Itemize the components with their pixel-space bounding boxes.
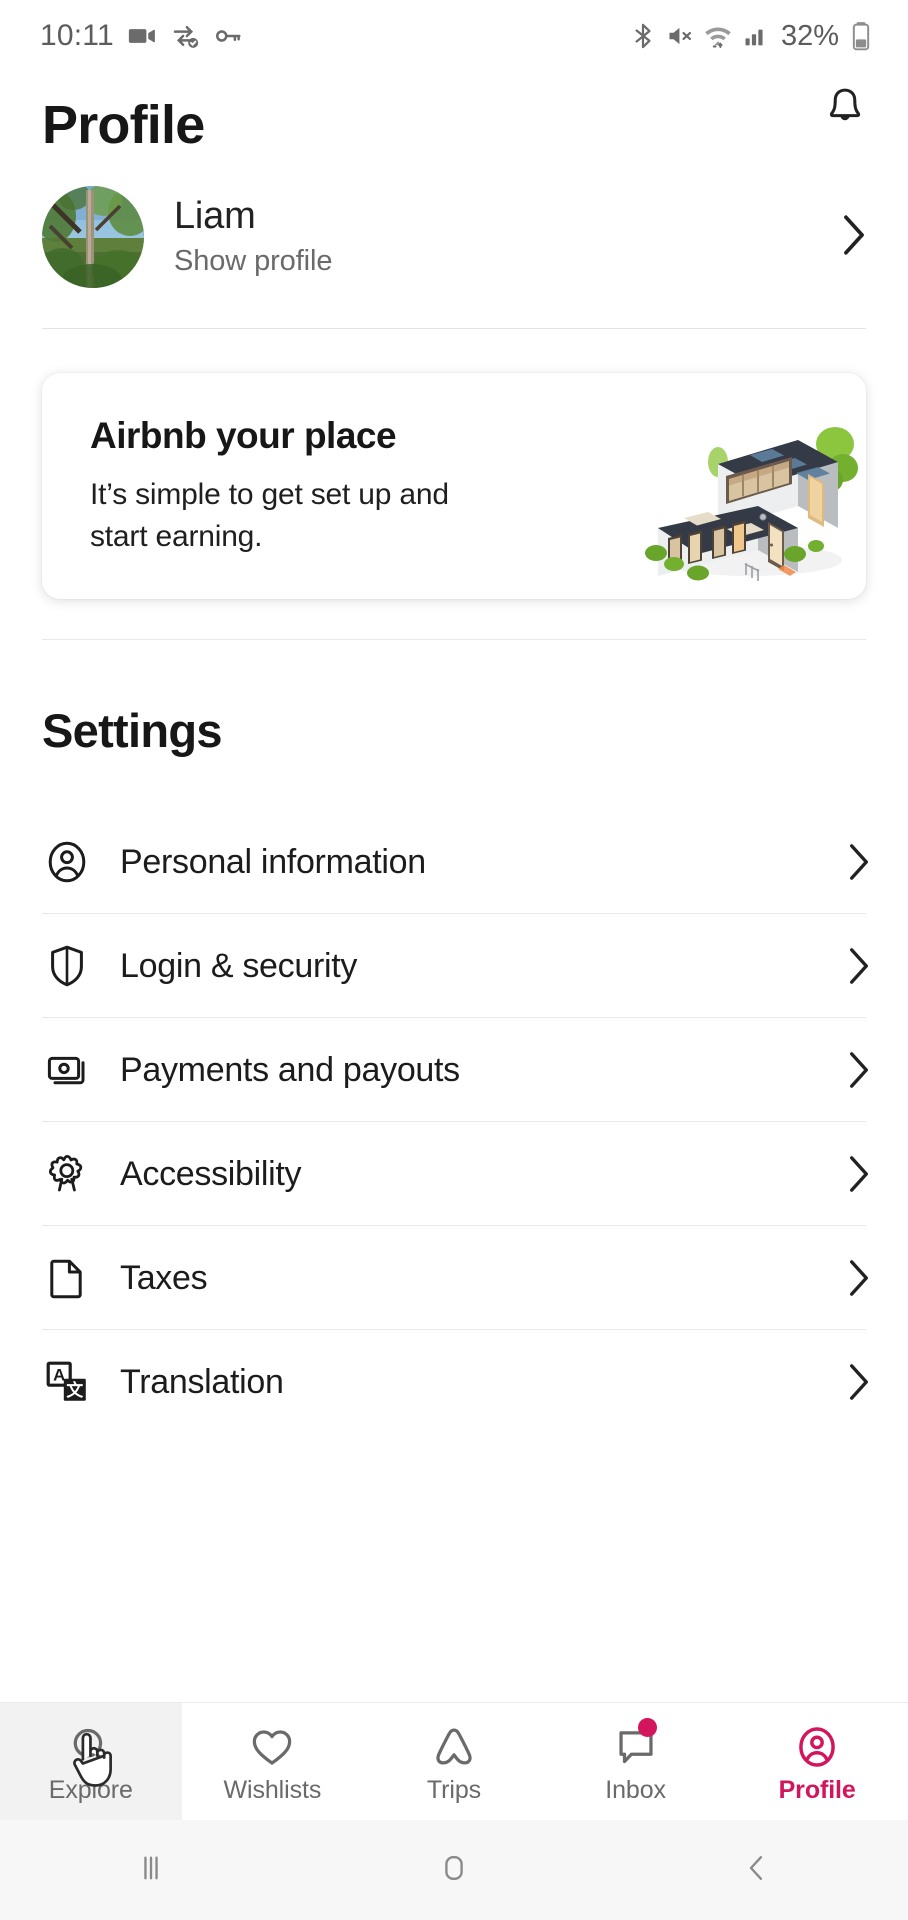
- video-camera-icon: [127, 21, 157, 51]
- settings-item-translation[interactable]: A 文 Translation: [0, 1330, 908, 1433]
- shield-icon: [42, 941, 92, 991]
- airbnb-belo-icon: [431, 1720, 477, 1770]
- recents-icon: [132, 1849, 170, 1892]
- chevron-right-icon: [844, 947, 874, 985]
- profile-summary-row[interactable]: Liam Show profile: [0, 144, 908, 328]
- person-circle-icon: [794, 1720, 840, 1770]
- host-card-wrap: Airbnb your place It’s simple to get set…: [0, 329, 908, 599]
- nav-label-trips: Trips: [426, 1775, 482, 1804]
- svg-text:A: A: [53, 1365, 65, 1384]
- bell-icon: [822, 84, 868, 135]
- status-bar-clock: 10:11: [40, 19, 114, 52]
- chevron-right-icon: [844, 1363, 874, 1401]
- airbnb-your-place-card[interactable]: Airbnb your place It’s simple to get set…: [42, 373, 866, 599]
- settings-item-label: Personal information: [120, 842, 426, 881]
- settings-item-label: Translation: [120, 1362, 284, 1401]
- heart-icon: [249, 1720, 295, 1770]
- nav-item-wishlists[interactable]: Wishlists: [182, 1703, 364, 1820]
- person-circle-icon: [42, 837, 92, 887]
- chevron-right-icon: [844, 1259, 874, 1297]
- inbox-badge-dot: [637, 1717, 657, 1737]
- svg-text:文: 文: [66, 1380, 83, 1400]
- settings-item-label: Login & security: [120, 946, 358, 985]
- back-button[interactable]: [605, 1849, 908, 1892]
- settings-item-personal-information[interactable]: Personal information: [0, 810, 908, 913]
- home-button[interactable]: [303, 1849, 606, 1892]
- host-card-subtitle: It’s simple to get set up and start earn…: [90, 478, 449, 553]
- signal-icon: [742, 22, 770, 50]
- settings-heading: Settings: [42, 704, 223, 757]
- status-bar-right: 32%: [629, 20, 874, 53]
- settings-item-label: Payments and payouts: [120, 1050, 460, 1089]
- android-navigation-bar: [0, 1820, 908, 1920]
- profile-name: Liam: [174, 195, 256, 237]
- nav-label-wishlists: Wishlists: [223, 1775, 322, 1804]
- battery-percent-label: 32%: [780, 19, 839, 52]
- avatar: [42, 186, 144, 288]
- scroll-content: Liam Show profile Airbnb your place It’s…: [0, 144, 908, 1702]
- page-header: Profile: [0, 72, 908, 144]
- wifi-icon: [703, 21, 733, 51]
- isometric-house-illustration: [630, 386, 860, 586]
- page-title: Profile: [42, 95, 205, 144]
- settings-item-taxes[interactable]: Taxes: [0, 1226, 908, 1329]
- back-icon: [738, 1849, 776, 1892]
- nav-label-profile: Profile: [778, 1775, 856, 1804]
- chevron-right-icon: [844, 843, 874, 881]
- translate-icon: A 文: [42, 1357, 92, 1407]
- profile-text: Liam Show profile: [174, 194, 808, 280]
- notifications-button[interactable]: [816, 80, 874, 138]
- nav-item-inbox[interactable]: Inbox: [545, 1703, 727, 1820]
- chevron-right-icon: [844, 1051, 874, 1089]
- nav-item-profile[interactable]: Profile: [726, 1703, 908, 1820]
- chevron-right-icon: [838, 214, 874, 261]
- mute-icon: [666, 22, 694, 50]
- phone-screen: 10:11 32% Profile Liam Show profile Airb…: [0, 0, 908, 1920]
- settings-item-label: Taxes: [120, 1258, 208, 1297]
- gear-icon: [42, 1149, 92, 1199]
- settings-item-accessibility[interactable]: Accessibility: [0, 1122, 908, 1225]
- chevron-right-icon: [844, 1155, 874, 1193]
- profile-subtitle: Show profile: [174, 245, 333, 277]
- settings-item-label: Accessibility: [120, 1154, 302, 1193]
- recents-button[interactable]: [0, 1849, 303, 1892]
- nav-label-inbox: Inbox: [605, 1775, 666, 1804]
- data-saver-icon: [170, 21, 200, 51]
- host-card-text: Airbnb your place It’s simple to get set…: [90, 414, 630, 558]
- host-card-title: Airbnb your place: [90, 415, 397, 456]
- settings-list: Personal information Login & security Pa…: [0, 760, 908, 1433]
- status-bar-left: 10:11: [40, 19, 243, 53]
- home-icon: [435, 1849, 473, 1892]
- magnifier-icon: [68, 1720, 114, 1770]
- message-bubble-icon: [613, 1717, 659, 1770]
- vpn-key-icon: [213, 21, 243, 51]
- banknotes-icon: [42, 1045, 92, 1095]
- document-icon: [42, 1253, 92, 1303]
- nav-item-explore[interactable]: Explore: [0, 1703, 182, 1820]
- settings-item-payments-payouts[interactable]: Payments and payouts: [0, 1018, 908, 1121]
- status-bar: 10:11 32%: [0, 0, 908, 72]
- bottom-navigation: Explore Wishlists Trips Inbox Profile: [0, 1702, 908, 1820]
- battery-icon: [848, 21, 874, 51]
- nav-item-trips[interactable]: Trips: [363, 1703, 545, 1820]
- nav-label-explore: Explore: [48, 1775, 133, 1804]
- settings-item-login-security[interactable]: Login & security: [0, 914, 908, 1017]
- bluetooth-icon: [629, 22, 657, 50]
